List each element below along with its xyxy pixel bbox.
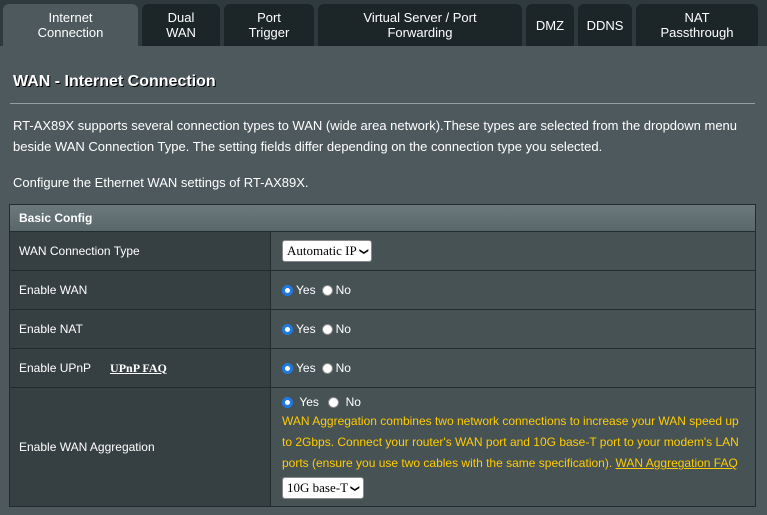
- wan-aggregation-port-select[interactable]: 10G base-T ❯: [282, 477, 364, 500]
- page-description: RT-AX89X supports several connection typ…: [13, 118, 738, 154]
- enable-upnp-label: Enable UPnP: [19, 361, 92, 375]
- upnp-faq-link[interactable]: UPnP FAQ: [110, 361, 167, 376]
- wan-connection-type-label: WAN Connection Type: [10, 232, 270, 270]
- enable-nat-yes-radio[interactable]: [282, 323, 293, 335]
- wan-connection-type-select[interactable]: Automatic IP ❯: [282, 240, 373, 262]
- enable-wan-yes-radio[interactable]: [282, 284, 293, 296]
- wan-aggregation-no-radio[interactable]: [328, 396, 340, 408]
- row-enable-wan: Enable WAN Yes No: [10, 270, 755, 309]
- page-title: WAN - Internet Connection: [13, 73, 216, 90]
- basic-config-table: Basic Config WAN Connection Type Automat…: [9, 204, 756, 507]
- enable-nat-label: Enable NAT: [10, 310, 270, 348]
- chevron-down-icon: ❯: [358, 247, 369, 255]
- tab-dual-wan[interactable]: Dual WAN: [142, 4, 220, 46]
- enable-upnp-no-radio[interactable]: [321, 362, 333, 374]
- row-enable-wan-aggregation: Enable WAN Aggregation Yes No WAN Aggreg…: [10, 387, 755, 506]
- enable-wan-aggregation-label: Enable WAN Aggregation: [10, 388, 270, 506]
- title-divider: [10, 103, 755, 104]
- enable-wan-label: Enable WAN: [10, 271, 270, 309]
- basic-config-header: Basic Config: [10, 205, 755, 231]
- tab-internet-connection[interactable]: Internet Connection: [3, 4, 138, 46]
- row-enable-nat: Enable NAT Yes No: [10, 309, 755, 348]
- enable-wan-no-radio[interactable]: [321, 284, 333, 296]
- tab-dmz[interactable]: DMZ: [526, 4, 574, 46]
- tab-virtual-server[interactable]: Virtual Server / Port Forwarding: [318, 4, 522, 46]
- tab-nat-passthrough[interactable]: NAT Passthrough: [636, 4, 758, 46]
- tab-bar: Internet Connection Dual WAN Port Trigge…: [0, 0, 767, 46]
- enable-nat-no-radio[interactable]: [321, 323, 333, 335]
- wan-aggregation-note: WAN Aggregation combines two network con…: [282, 414, 739, 471]
- wan-aggregation-faq-link[interactable]: WAN Aggregation FAQ: [616, 456, 738, 470]
- tab-port-trigger[interactable]: Port Trigger: [224, 4, 314, 46]
- page-subdescription: Configure the Ethernet WAN settings of R…: [13, 175, 309, 190]
- wan-aggregation-yes-radio[interactable]: [282, 396, 293, 408]
- row-enable-upnp: Enable UPnP UPnP FAQ Yes No: [10, 348, 755, 387]
- row-wan-connection-type: WAN Connection Type Automatic IP ❯: [10, 231, 755, 270]
- chevron-down-icon: ❯: [350, 484, 361, 493]
- tab-ddns[interactable]: DDNS: [578, 4, 632, 46]
- main-content: WAN - Internet Connection RT-AX89X suppo…: [0, 46, 767, 515]
- enable-upnp-yes-radio[interactable]: [282, 362, 293, 374]
